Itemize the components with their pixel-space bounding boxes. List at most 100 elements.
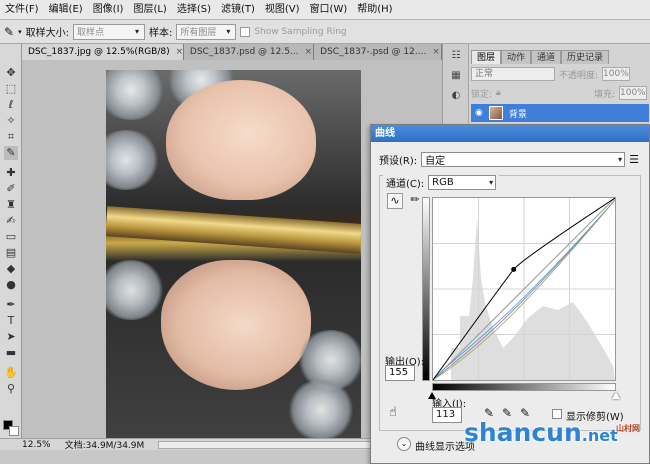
marquee-icon[interactable]: ⬚ bbox=[4, 82, 18, 96]
doc-tab-label: DSC_1837.psd @ 12.5... bbox=[189, 47, 299, 57]
sample-size-value: 取样点 bbox=[76, 28, 104, 38]
chevron-down-icon[interactable]: ⌄ bbox=[397, 437, 411, 451]
clone-stamp-icon[interactable]: ♜ bbox=[4, 198, 18, 212]
channel-value: RGB bbox=[432, 176, 454, 188]
face-reflection-top bbox=[166, 80, 316, 200]
lock-label: 锁定: bbox=[471, 89, 493, 100]
close-icon[interactable]: × bbox=[432, 44, 440, 60]
layer-name: 背景 bbox=[508, 109, 527, 120]
menu-layer[interactable]: 图层(L) bbox=[128, 0, 171, 20]
zoom-icon[interactable]: ⚲ bbox=[4, 382, 18, 396]
channel-select[interactable]: RGB ▾ bbox=[428, 174, 497, 190]
hand-icon[interactable]: ✋ bbox=[4, 366, 18, 380]
curve-control-point[interactable] bbox=[511, 266, 517, 272]
gold-frame bbox=[106, 206, 361, 254]
menu-filter[interactable]: 滤镜(T) bbox=[216, 0, 260, 20]
shape-icon[interactable]: ▬ bbox=[4, 346, 18, 360]
quick-select-icon[interactable]: ✧ bbox=[4, 114, 18, 128]
input-gradient-bar bbox=[432, 383, 616, 391]
zoom-level[interactable]: 12.5% bbox=[22, 440, 51, 450]
curves-graph[interactable] bbox=[432, 197, 616, 381]
tool-preset-dropdown-icon[interactable]: ▾ bbox=[18, 28, 22, 36]
preset-label: 预设(R): bbox=[379, 155, 418, 167]
move-icon[interactable]: ✥ bbox=[4, 66, 18, 80]
gradient-icon[interactable]: ▤ bbox=[4, 246, 18, 260]
doc-tab-1[interactable]: DSC_1837.jpg @ 12.5%(RGB/8) × bbox=[22, 44, 184, 60]
sample-label: 样本: bbox=[148, 28, 173, 39]
face-reflection-bottom bbox=[161, 260, 311, 390]
tab-channels[interactable]: 通道 bbox=[531, 50, 562, 64]
layer-thumbnail bbox=[488, 106, 503, 120]
blur-icon[interactable]: ◆ bbox=[4, 262, 18, 276]
menu-file[interactable]: 文件(F) bbox=[0, 0, 44, 20]
sample-size-select[interactable]: 取样点 ▾ bbox=[72, 23, 145, 40]
menu-window[interactable]: 窗口(W) bbox=[305, 0, 353, 20]
swatches-icon[interactable]: ▦ bbox=[449, 70, 463, 84]
photo-canvas[interactable] bbox=[106, 70, 361, 438]
output-field[interactable]: 155 bbox=[385, 365, 415, 381]
eyedropper-icon[interactable]: ✎ bbox=[4, 146, 18, 160]
menu-view[interactable]: 视图(V) bbox=[260, 0, 305, 20]
curves-dialog: 曲线 预设(R): 自定 ▾ ☰ 通道(C): RGB ▾ ∿ ✏ 输出(O):… bbox=[370, 124, 650, 464]
layer-row-background[interactable]: ◉ 背景 bbox=[471, 104, 649, 122]
watermark-sub-text: 山村网 bbox=[616, 424, 640, 433]
doc-tab-label: DSC_1837-.psd @ 12.... bbox=[320, 47, 427, 57]
doc-size: 文档:34.9M/34.9M bbox=[64, 441, 145, 451]
crop-icon[interactable]: ⌗ bbox=[4, 130, 18, 144]
background-color-swatch[interactable] bbox=[9, 426, 19, 436]
dialog-title[interactable]: 曲线 bbox=[371, 125, 649, 142]
fill-field[interactable]: 100% bbox=[619, 86, 647, 100]
menu-help[interactable]: 帮助(H) bbox=[352, 0, 397, 20]
healing-icon[interactable]: ✚ bbox=[4, 166, 18, 180]
tab-layers[interactable]: 图层 bbox=[471, 50, 502, 64]
blend-row: 正常 不透明度: 100% bbox=[471, 66, 647, 82]
chevron-down-icon: ▾ bbox=[618, 154, 623, 164]
opacity-label: 不透明度: bbox=[559, 70, 599, 81]
tab-actions[interactable]: 动作 bbox=[501, 50, 532, 64]
opacity-field[interactable]: 100% bbox=[602, 67, 631, 81]
layers-panel: ☷ ▦ ◐ 图层 动作 通道 历史记录 正常 不透明度: 100% 锁定: 🔒︎… bbox=[442, 44, 650, 124]
on-image-adjust-icon[interactable]: ☝ bbox=[389, 405, 397, 420]
eraser-icon[interactable]: ▭ bbox=[4, 230, 18, 244]
curves-graph-svg[interactable] bbox=[433, 198, 615, 380]
history-brush-icon[interactable]: ✍ bbox=[4, 214, 18, 228]
tab-history[interactable]: 历史记录 bbox=[561, 50, 610, 64]
input-field[interactable]: 113 bbox=[432, 407, 462, 423]
preset-select[interactable]: 自定 ▾ bbox=[421, 151, 626, 167]
pen-icon[interactable]: ✒ bbox=[4, 298, 18, 312]
type-icon[interactable]: T bbox=[4, 314, 18, 328]
preset-options-icon[interactable]: ☰ bbox=[629, 153, 639, 166]
channel-row: 通道(C): RGB ▾ bbox=[383, 174, 500, 190]
close-icon[interactable]: × bbox=[305, 44, 313, 60]
dodge-icon[interactable]: ● bbox=[4, 278, 18, 292]
brush-icon[interactable]: ✐ bbox=[4, 182, 18, 196]
jewel-decoration bbox=[286, 380, 356, 438]
sample-select[interactable]: 所有图层 ▾ bbox=[176, 23, 237, 40]
eye-icon[interactable]: ◉ bbox=[475, 108, 483, 118]
white-point-slider[interactable] bbox=[612, 392, 620, 399]
path-select-icon[interactable]: ➤ bbox=[4, 330, 18, 344]
history-icon[interactable]: ☷ bbox=[449, 50, 463, 64]
toolbox: ✥ ⬚ ℓ ✧ ⌗ ✎ ✚ ✐ ♜ ✍ ▭ ▤ ◆ ● ✒ T ➤ ▬ ✋ ⚲ bbox=[0, 44, 22, 450]
pencil-icon[interactable]: ✏ bbox=[407, 193, 423, 209]
eyedropper-icon[interactable]: ✎ bbox=[4, 25, 14, 39]
channel-label: 通道(C): bbox=[386, 178, 425, 190]
options-bar: ✎ ▾ 取样大小: 取样点 ▾ 样本: 所有图层 ▾ Show Sampling… bbox=[0, 20, 650, 44]
lock-icon[interactable]: 🔒︎ bbox=[496, 88, 501, 98]
close-icon[interactable]: × bbox=[176, 44, 183, 60]
curve-point-tool-icon[interactable]: ∿ bbox=[387, 193, 403, 209]
show-sampling-ring-checkbox[interactable] bbox=[240, 26, 251, 37]
blend-mode-select[interactable]: 正常 bbox=[471, 67, 555, 81]
menu-select[interactable]: 选择(S) bbox=[172, 0, 216, 20]
jewel-decoration bbox=[106, 70, 166, 120]
adjustments-icon[interactable]: ◐ bbox=[449, 90, 463, 104]
watermark-main-text: shancun bbox=[464, 418, 582, 447]
menu-edit[interactable]: 编辑(E) bbox=[44, 0, 88, 20]
lock-row: 锁定: 🔒︎ 填充: 100% bbox=[471, 86, 647, 100]
fill-label: 填充: bbox=[593, 89, 615, 100]
menu-image[interactable]: 图像(I) bbox=[88, 0, 129, 20]
lasso-icon[interactable]: ℓ bbox=[4, 98, 18, 112]
doc-tab-3[interactable]: DSC_1837-.psd @ 12.... × bbox=[314, 44, 442, 60]
doc-tab-2[interactable]: DSC_1837.psd @ 12.5... × bbox=[183, 44, 315, 60]
preset-value: 自定 bbox=[425, 155, 446, 167]
